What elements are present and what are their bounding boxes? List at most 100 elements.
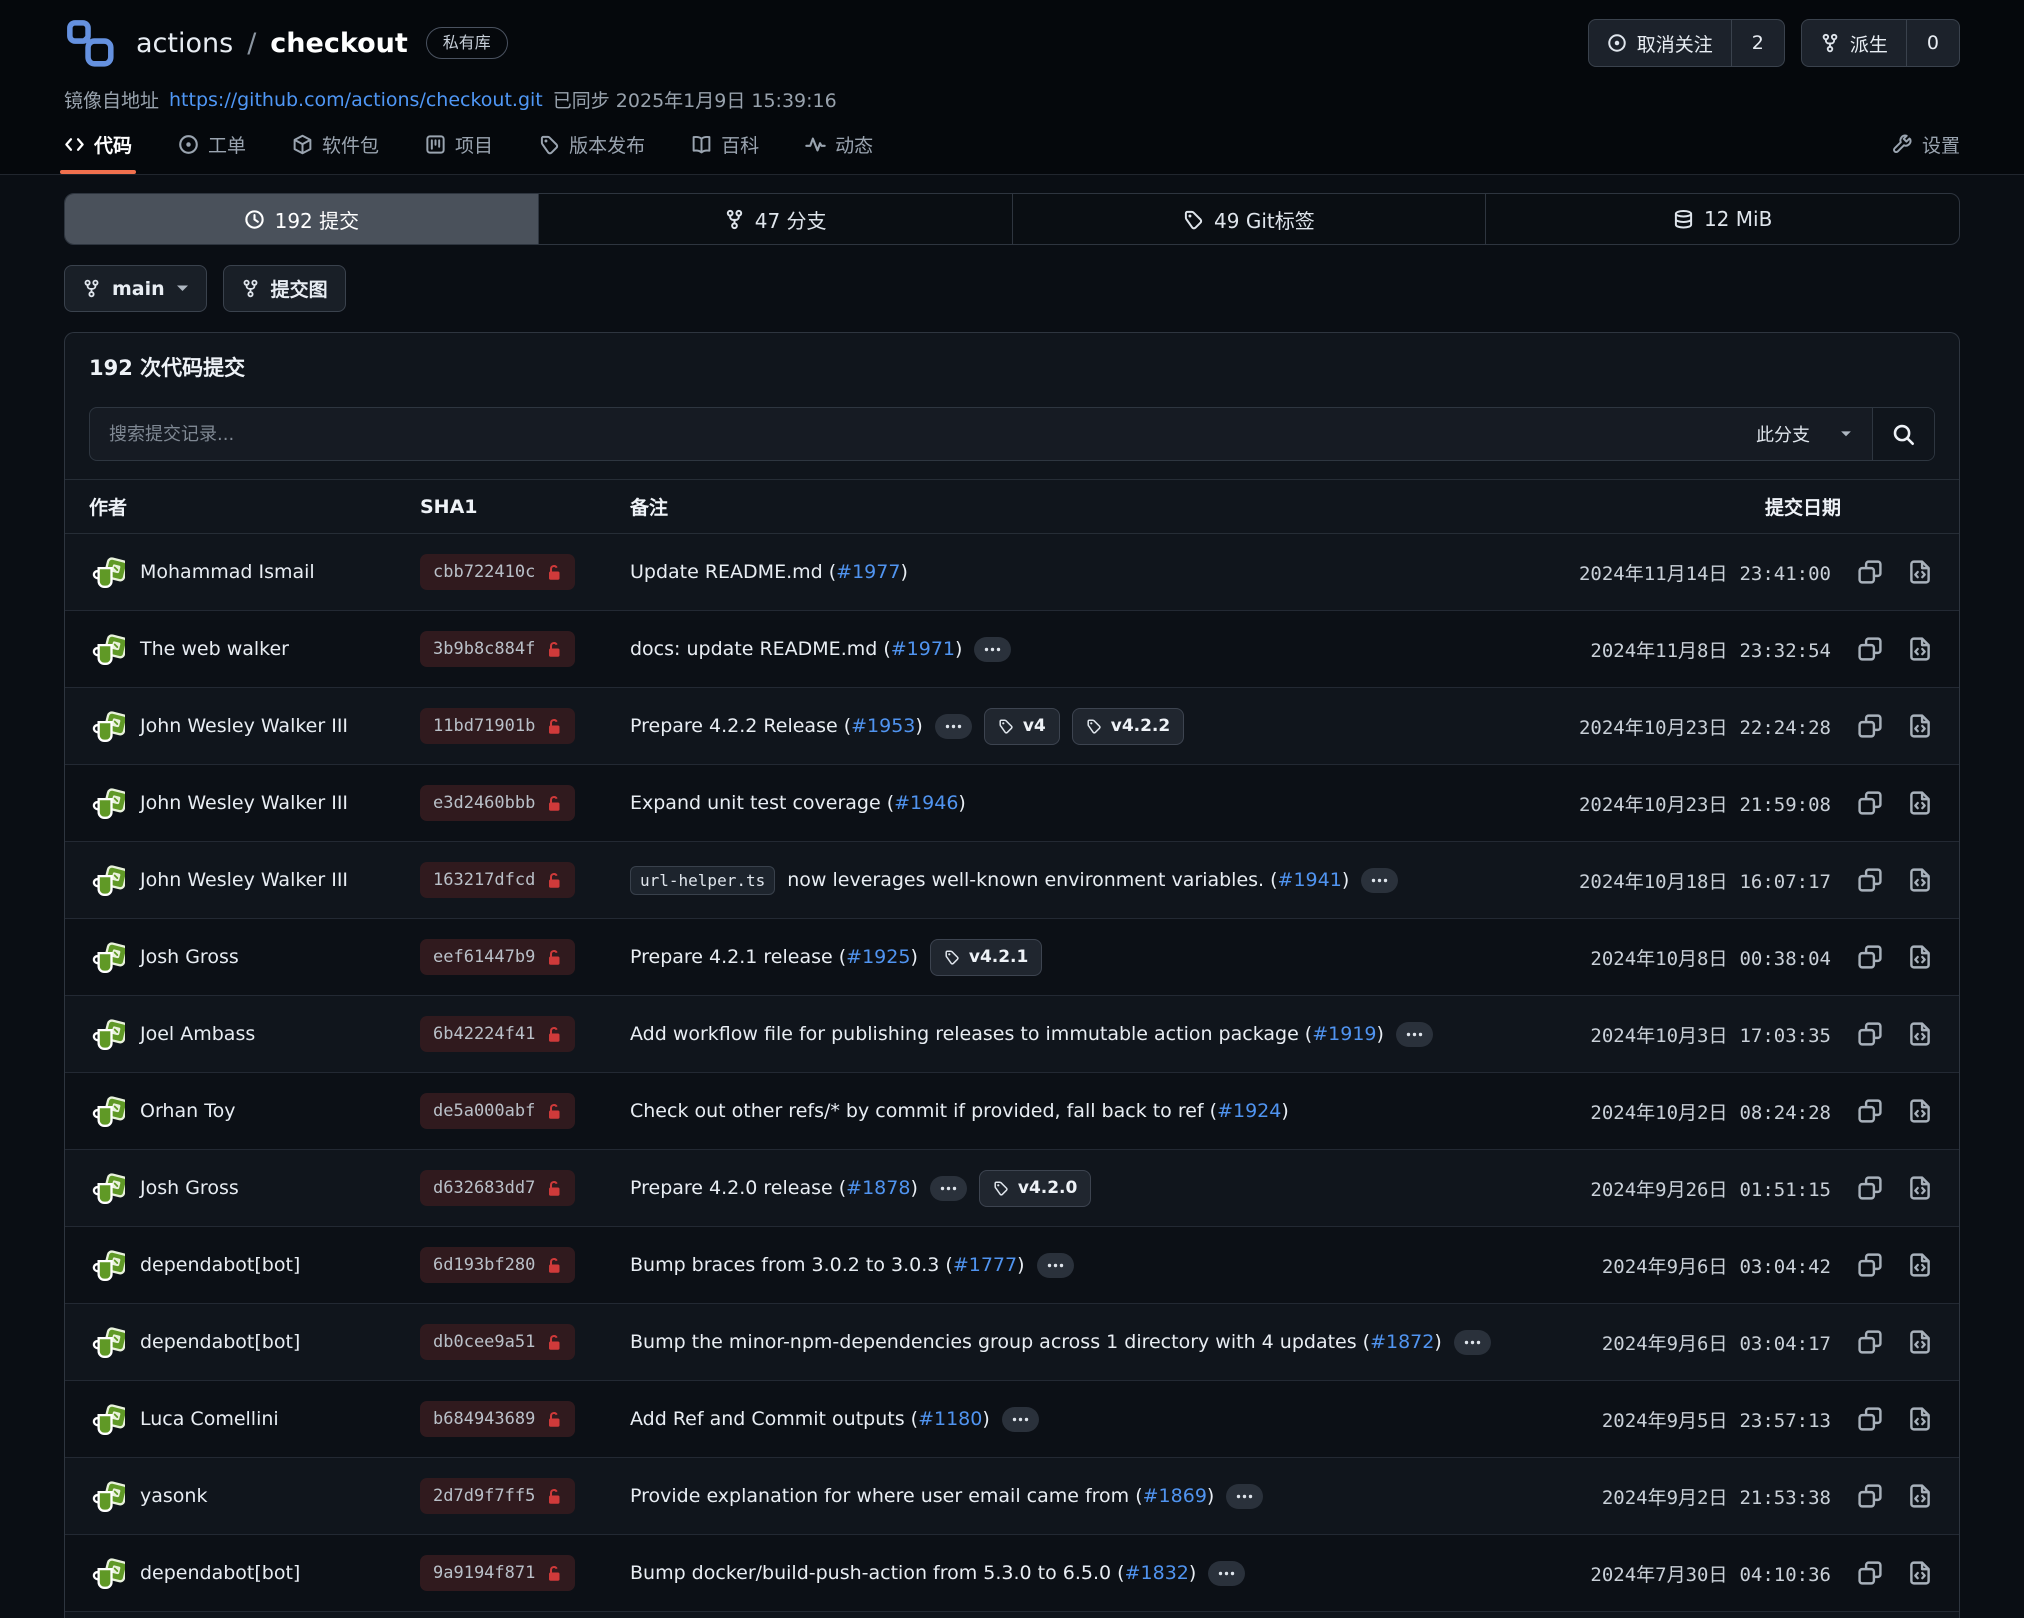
view-file-at-commit-button[interactable] (1907, 1560, 1933, 1586)
commit-author-name[interactable]: John Wesley Walker III (140, 715, 348, 737)
view-file-at-commit-button[interactable] (1907, 867, 1933, 893)
search-button[interactable] (1872, 408, 1934, 460)
stat-size[interactable]: 12 MiB (1485, 194, 1959, 244)
repo-owner-link[interactable]: actions (136, 28, 233, 59)
issue-link[interactable]: #1953 (851, 715, 915, 737)
view-file-at-commit-button[interactable] (1907, 1021, 1933, 1047)
commit-sha-link[interactable]: db0cee9a51 (420, 1324, 575, 1360)
commit-sha-link[interactable]: 6d193bf280 (420, 1247, 575, 1283)
mirror-url-link[interactable]: https://github.com/actions/checkout.git (169, 89, 543, 111)
commit-sha-link[interactable]: cbb722410c (420, 554, 575, 590)
commit-author-name[interactable]: yasonk (140, 1485, 207, 1507)
issue-link[interactable]: #1946 (894, 792, 958, 814)
copy-sha-button[interactable] (1857, 944, 1883, 970)
commit-author-name[interactable]: Mohammad Ismail (140, 561, 315, 583)
view-file-at-commit-button[interactable] (1907, 713, 1933, 739)
commit-author-name[interactable]: dependabot[bot] (140, 1254, 300, 1276)
copy-sha-button[interactable] (1857, 713, 1883, 739)
search-scope-dropdown[interactable]: 此分支 (1736, 408, 1872, 460)
commit-sha-link[interactable]: e3d2460bbb (420, 785, 575, 821)
copy-sha-button[interactable] (1857, 1560, 1883, 1586)
commit-author-name[interactable]: dependabot[bot] (140, 1331, 300, 1353)
fork-button[interactable]: 派生 0 (1801, 19, 1960, 67)
release-tag-pill[interactable]: v4.2.2 (1072, 708, 1184, 745)
expand-commit-message-button[interactable] (1002, 1407, 1039, 1432)
issue-link[interactable]: #1777 (953, 1254, 1017, 1276)
stat-commits[interactable]: 192 提交 (65, 194, 538, 244)
view-file-at-commit-button[interactable] (1907, 1406, 1933, 1432)
commit-search-input[interactable] (90, 408, 1736, 460)
commit-graph-button[interactable]: 提交图 (223, 265, 346, 312)
copy-sha-button[interactable] (1857, 867, 1883, 893)
release-tag-pill[interactable]: v4.2.1 (930, 939, 1042, 976)
commit-author-name[interactable]: Joel Ambass (140, 1023, 255, 1045)
tab-packages[interactable]: 软件包 (292, 131, 379, 174)
commit-author-name[interactable]: The web walker (140, 638, 289, 660)
expand-commit-message-button[interactable] (1454, 1330, 1491, 1355)
copy-sha-button[interactable] (1857, 1252, 1883, 1278)
copy-sha-button[interactable] (1857, 1175, 1883, 1201)
tab-settings[interactable]: 设置 (1892, 131, 1960, 174)
watch-count[interactable]: 2 (1731, 20, 1784, 66)
view-file-at-commit-button[interactable] (1907, 1329, 1933, 1355)
issue-link[interactable]: #1919 (1312, 1023, 1376, 1045)
commit-author-name[interactable]: Luca Comellini (140, 1408, 279, 1430)
branch-selector[interactable]: main (64, 265, 207, 312)
copy-sha-button[interactable] (1857, 1098, 1883, 1124)
commit-author-name[interactable]: dependabot[bot] (140, 1562, 300, 1584)
copy-sha-button[interactable] (1857, 1329, 1883, 1355)
copy-sha-button[interactable] (1857, 790, 1883, 816)
fork-count[interactable]: 0 (1906, 20, 1959, 66)
expand-commit-message-button[interactable] (1037, 1253, 1074, 1278)
view-file-at-commit-button[interactable] (1907, 1175, 1933, 1201)
view-file-at-commit-button[interactable] (1907, 559, 1933, 585)
copy-sha-button[interactable] (1857, 636, 1883, 662)
commit-sha-link[interactable]: 163217dfcd (420, 862, 575, 898)
issue-link[interactable]: #1971 (891, 638, 955, 660)
view-file-at-commit-button[interactable] (1907, 1252, 1933, 1278)
expand-commit-message-button[interactable] (1208, 1561, 1245, 1586)
commit-sha-link[interactable]: de5a000abf (420, 1093, 575, 1129)
repo-name-link[interactable]: checkout (270, 28, 407, 59)
copy-sha-button[interactable] (1857, 1483, 1883, 1509)
view-file-at-commit-button[interactable] (1907, 636, 1933, 662)
tab-releases[interactable]: 版本发布 (539, 131, 645, 174)
tab-activity[interactable]: 动态 (805, 131, 873, 174)
commit-sha-link[interactable]: 9a9194f871 (420, 1555, 575, 1591)
commit-sha-link[interactable]: 2d7d9f7ff5 (420, 1478, 575, 1514)
tab-code[interactable]: 代码 (64, 131, 132, 174)
commit-sha-link[interactable]: d632683dd7 (420, 1170, 575, 1206)
commit-sha-link[interactable]: 11bd71901b (420, 708, 575, 744)
commit-sha-link[interactable]: 6b42224f41 (420, 1016, 575, 1052)
commit-sha-link[interactable]: eef61447b9 (420, 939, 575, 975)
issue-link[interactable]: #1872 (1370, 1331, 1434, 1353)
issue-link[interactable]: #1925 (846, 946, 910, 968)
commit-sha-link[interactable]: b684943689 (420, 1401, 575, 1437)
unwatch-button[interactable]: 取消关注 2 (1588, 19, 1785, 67)
expand-commit-message-button[interactable] (1226, 1484, 1263, 1509)
issue-link[interactable]: #1977 (836, 561, 900, 583)
commit-author-name[interactable]: Josh Gross (140, 1177, 239, 1199)
expand-commit-message-button[interactable] (930, 1176, 967, 1201)
issue-link[interactable]: #1832 (1125, 1562, 1189, 1584)
expand-commit-message-button[interactable] (935, 714, 972, 739)
expand-commit-message-button[interactable] (1361, 868, 1398, 893)
issue-link[interactable]: #1180 (918, 1408, 982, 1430)
commit-author-name[interactable]: Orhan Toy (140, 1100, 235, 1122)
copy-sha-button[interactable] (1857, 1406, 1883, 1432)
commit-author-name[interactable]: Josh Gross (140, 946, 239, 968)
release-tag-pill[interactable]: v4 (984, 708, 1060, 745)
issue-link[interactable]: #1869 (1143, 1485, 1207, 1507)
copy-sha-button[interactable] (1857, 559, 1883, 585)
release-tag-pill[interactable]: v4.2.0 (979, 1170, 1091, 1207)
copy-sha-button[interactable] (1857, 1021, 1883, 1047)
commit-sha-link[interactable]: 3b9b8c884f (420, 631, 575, 667)
stat-branches[interactable]: 47 分支 (538, 194, 1012, 244)
tab-wiki[interactable]: 百科 (691, 131, 759, 174)
tab-issues[interactable]: 工单 (178, 131, 246, 174)
view-file-at-commit-button[interactable] (1907, 790, 1933, 816)
commit-author-name[interactable]: John Wesley Walker III (140, 792, 348, 814)
stat-tags[interactable]: 49 Git标签 (1012, 194, 1486, 244)
view-file-at-commit-button[interactable] (1907, 1483, 1933, 1509)
expand-commit-message-button[interactable] (1396, 1022, 1433, 1047)
